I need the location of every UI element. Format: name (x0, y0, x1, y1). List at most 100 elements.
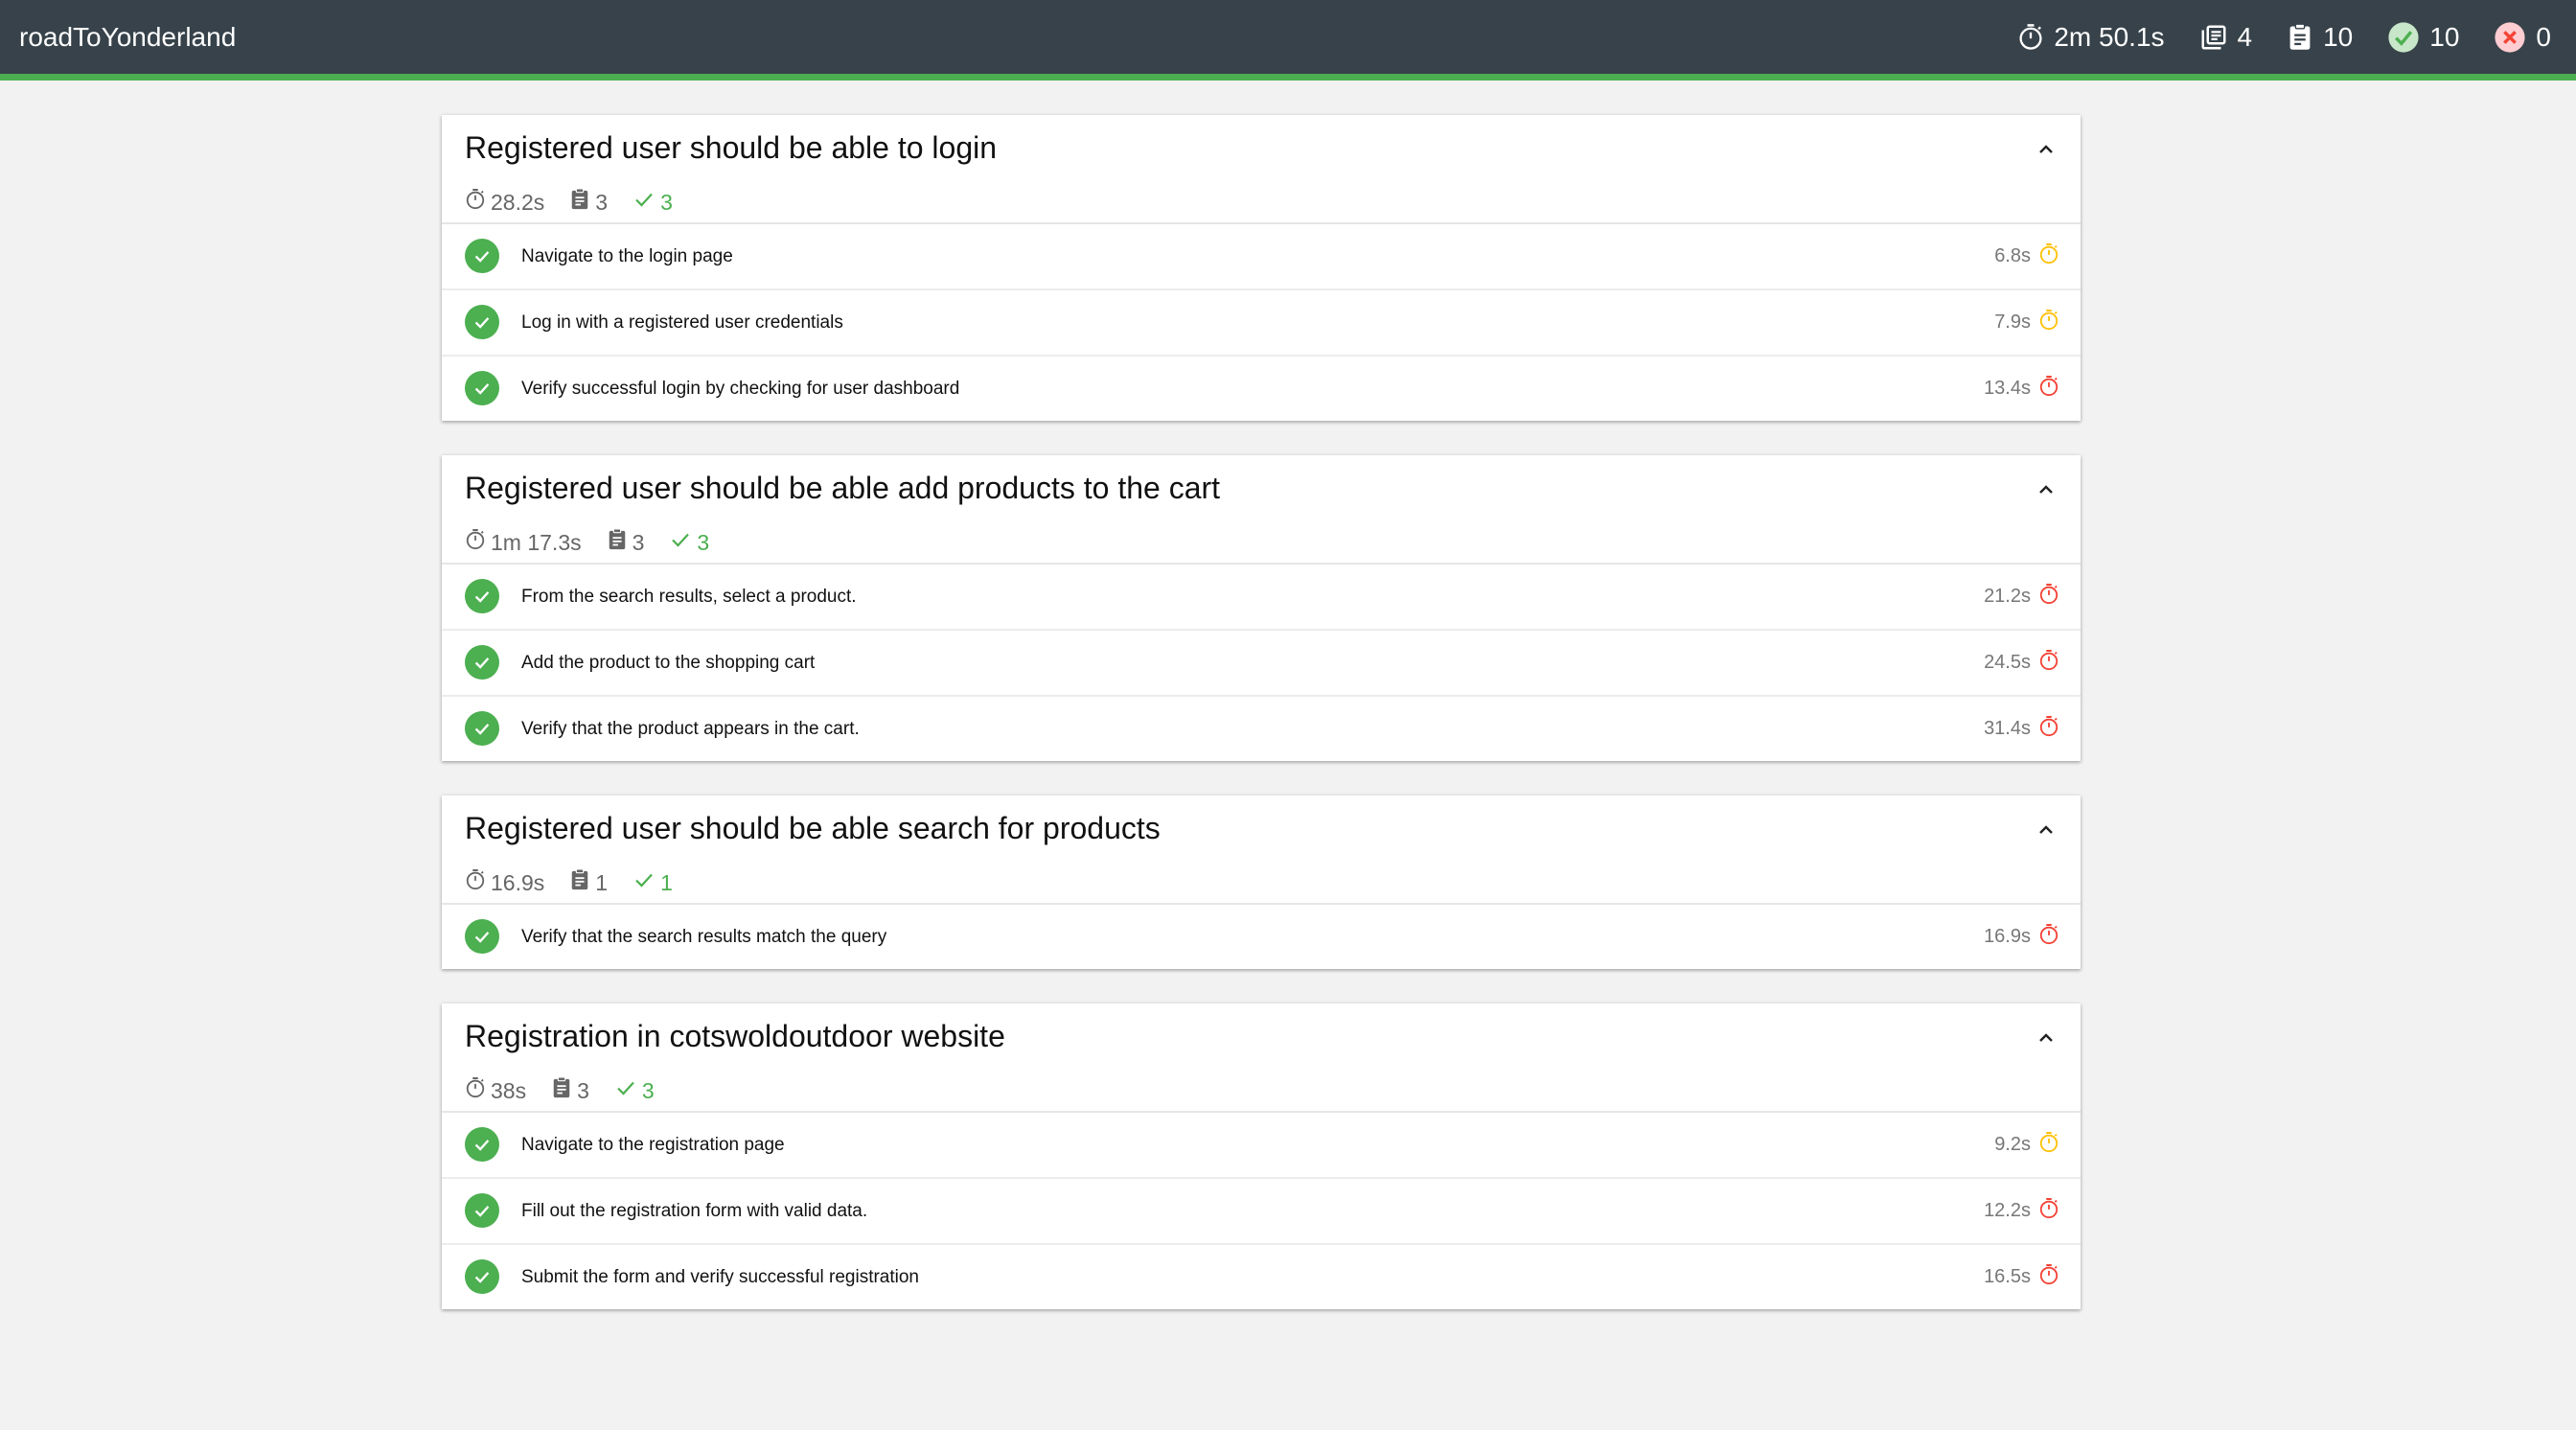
suite-passed-count-value: 3 (660, 189, 673, 215)
suite-card-4: Registration in cotswoldoutdoor website … (442, 1003, 2081, 1309)
suite-duration-value: 16.9s (491, 869, 545, 895)
suite-meta: 1m 17.3s 3 3 (465, 528, 709, 557)
test-duration-value: 31.4s (1984, 718, 2031, 739)
test-row[interactable]: Verify that the product appears in the c… (442, 697, 2081, 761)
suite-passed-count: 3 (669, 528, 709, 557)
stat-passed[interactable]: 10 (2387, 21, 2459, 54)
stopwatch-icon (2038, 649, 2059, 678)
passed-check-icon (465, 371, 499, 405)
passed-check-icon (465, 1193, 499, 1228)
stopwatch-icon (2017, 23, 2044, 52)
suite-tests-count-value: 3 (577, 1077, 589, 1103)
assignment-icon (2287, 22, 2313, 52)
test-duration: 24.5s (1984, 649, 2059, 678)
check-icon (632, 868, 656, 897)
assignment-icon (551, 1076, 572, 1105)
suite-duration: 16.9s (465, 868, 544, 897)
stat-suites[interactable]: 4 (2199, 21, 2253, 53)
library-books-icon (2199, 23, 2228, 52)
assignment-icon (569, 188, 590, 217)
suite-tests-list: Verify that the search results match the… (442, 905, 2081, 969)
stopwatch-icon (2038, 583, 2059, 611)
passed-check-icon (465, 305, 499, 339)
test-duration-value: 13.4s (1984, 378, 2031, 399)
stat-failed[interactable]: 0 (2494, 21, 2551, 54)
stat-tests[interactable]: 10 (2287, 22, 2353, 53)
suite-header[interactable]: Registered user should be able to login … (442, 115, 2081, 224)
suite-tests-list: Navigate to the login page 6.8s Log in w… (442, 224, 2081, 421)
stat-duration-value: 2m 50.1s (2054, 21, 2165, 52)
test-duration: 13.4s (1984, 375, 2059, 404)
suite-meta: 38s 3 3 (465, 1076, 655, 1105)
collapse-button[interactable] (2033, 1026, 2059, 1053)
stopwatch-icon (465, 528, 486, 557)
test-title: Add the product to the shopping cart (521, 652, 816, 673)
check-icon (669, 528, 692, 557)
test-title: Log in with a registered user credential… (521, 311, 843, 333)
test-row[interactable]: Fill out the registration form with vali… (442, 1179, 2081, 1245)
check-circle-icon (2387, 21, 2420, 54)
suite-title: Registered user should be able search fo… (465, 811, 1161, 845)
suite-passed-count-value: 3 (697, 529, 710, 555)
suite-tests-list: From the search results, select a produc… (442, 565, 2081, 761)
stopwatch-icon (2038, 1131, 2059, 1160)
app-title[interactable]: roadToYonderland (19, 0, 236, 74)
cancel-circle-icon (2494, 21, 2526, 54)
test-duration-value: 7.9s (1994, 311, 2031, 333)
test-title: Navigate to the registration page (521, 1134, 785, 1155)
test-row[interactable]: Add the product to the shopping cart 24.… (442, 631, 2081, 697)
stat-passed-value: 10 (2429, 21, 2460, 52)
test-title: Fill out the registration form with vali… (521, 1200, 868, 1221)
chevron-up-icon (2037, 483, 2055, 500)
stopwatch-icon (2038, 923, 2059, 952)
stopwatch-icon (465, 188, 486, 217)
test-row[interactable]: Navigate to the registration page 9.2s (442, 1113, 2081, 1179)
suite-header[interactable]: Registered user should be able add produ… (442, 455, 2081, 565)
test-row[interactable]: Verify successful login by checking for … (442, 357, 2081, 421)
collapse-button[interactable] (2033, 138, 2059, 165)
suite-tests-count: 3 (607, 528, 644, 557)
suite-card-1: Registered user should be able to login … (442, 115, 2081, 421)
collapse-button[interactable] (2033, 478, 2059, 505)
test-row[interactable]: Verify that the search results match the… (442, 905, 2081, 969)
stopwatch-icon (465, 868, 486, 897)
suite-tests-count: 1 (569, 868, 608, 897)
test-title: From the search results, select a produc… (521, 586, 857, 607)
passed-check-icon (465, 919, 499, 954)
test-duration: 12.2s (1984, 1197, 2059, 1226)
test-row[interactable]: From the search results, select a produc… (442, 565, 2081, 631)
check-icon (614, 1076, 637, 1105)
test-duration-value: 9.2s (1994, 1134, 2031, 1155)
test-row[interactable]: Submit the form and verify successful re… (442, 1245, 2081, 1309)
suite-card-2: Registered user should be able add produ… (442, 455, 2081, 761)
test-duration: 31.4s (1984, 715, 2059, 744)
suite-header[interactable]: Registration in cotswoldoutdoor website … (442, 1003, 2081, 1113)
suite-meta: 16.9s 1 1 (465, 868, 673, 897)
test-title: Verify successful login by checking for … (521, 378, 960, 399)
suite-header[interactable]: Registered user should be able search fo… (442, 796, 2081, 905)
suite-tests-list: Navigate to the registration page 9.2s F… (442, 1113, 2081, 1309)
test-row[interactable]: Log in with a registered user credential… (442, 290, 2081, 357)
test-duration-value: 12.2s (1984, 1200, 2031, 1221)
assignment-icon (569, 868, 590, 897)
test-duration-value: 21.2s (1984, 586, 2031, 607)
suite-title: Registered user should be able add produ… (465, 471, 1221, 505)
suite-duration: 28.2s (465, 188, 544, 217)
suite-title: Registration in cotswoldoutdoor website (465, 1019, 1005, 1053)
stat-suites-value: 4 (2237, 21, 2253, 52)
test-title: Verify that the product appears in the c… (521, 718, 860, 739)
suite-title: Registered user should be able to login (465, 130, 998, 165)
suite-tests-count-value: 3 (595, 189, 609, 215)
chevron-up-icon (2037, 143, 2055, 160)
suite-duration: 1m 17.3s (465, 528, 582, 557)
suite-passed-count: 3 (632, 188, 673, 217)
collapse-button[interactable] (2033, 819, 2059, 845)
passed-check-icon (465, 1259, 499, 1294)
test-duration-value: 16.5s (1984, 1266, 2031, 1287)
suite-tests-count: 3 (569, 188, 608, 217)
test-row[interactable]: Navigate to the login page 6.8s (442, 224, 2081, 290)
test-title: Verify that the search results match the… (521, 926, 887, 947)
stopwatch-icon (2038, 309, 2059, 337)
test-title: Navigate to the login page (521, 245, 733, 266)
passed-check-icon (465, 239, 499, 273)
